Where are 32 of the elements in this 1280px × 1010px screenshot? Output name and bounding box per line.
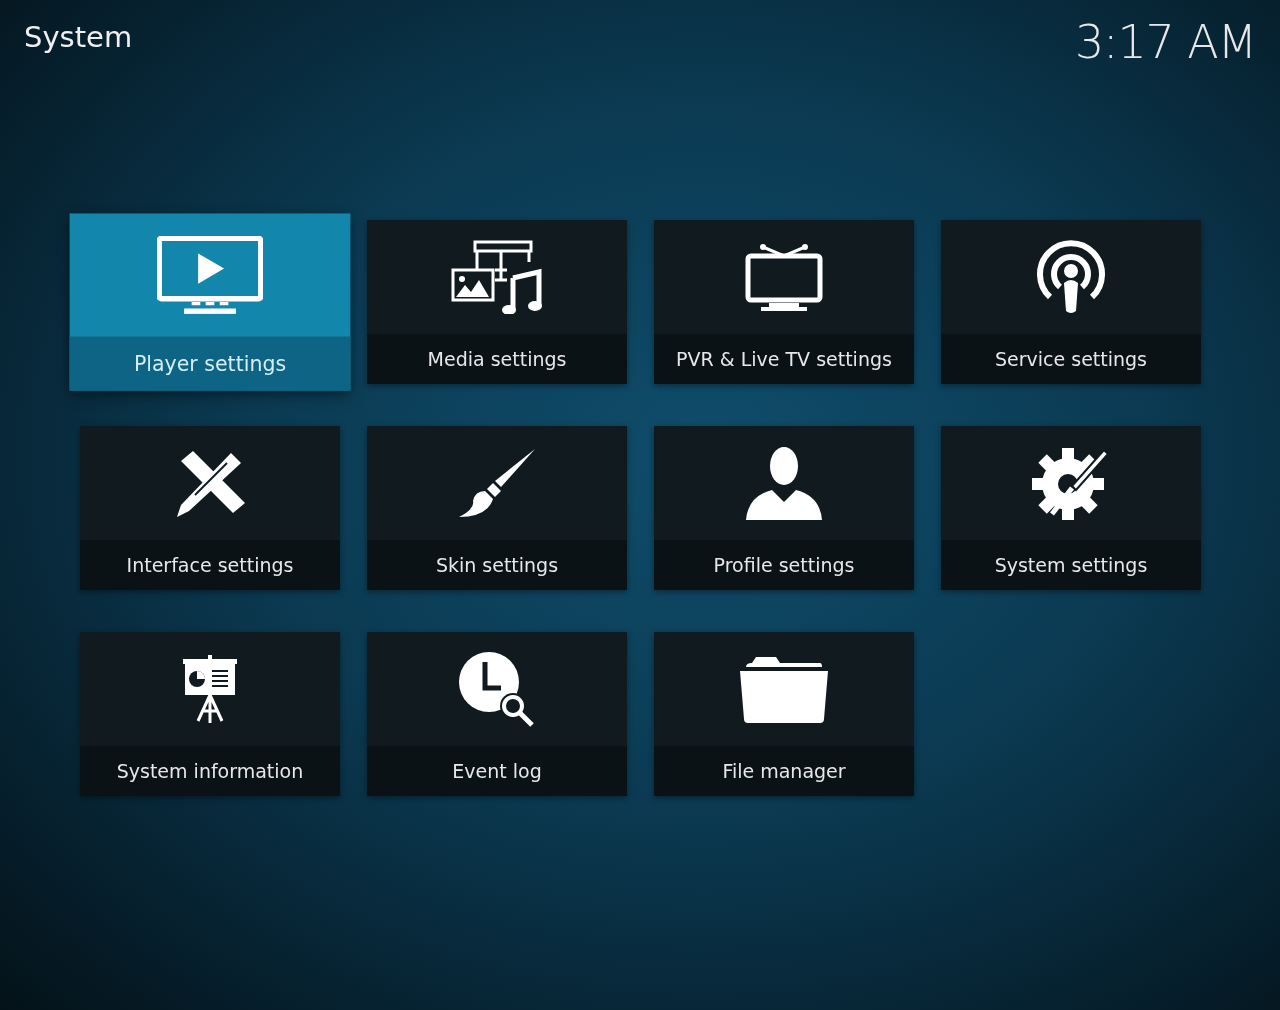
settings-tile[interactable]: System information — [80, 632, 340, 796]
tile-label: Event log — [452, 758, 542, 784]
settings-tile[interactable]: Service settings — [941, 220, 1201, 384]
settings-tile[interactable]: Event log — [367, 632, 627, 796]
tile-label: File manager — [722, 758, 846, 784]
tile-label: Profile settings — [713, 552, 855, 578]
settings-tile[interactable]: PVR & Live TV settings — [654, 220, 914, 384]
media-collage-icon — [451, 240, 543, 314]
folder-icon — [738, 655, 830, 723]
person-silhouette-icon — [744, 446, 824, 520]
tile-label: Interface settings — [126, 552, 294, 578]
page-title: System — [24, 19, 133, 56]
settings-tile[interactable]: Interface settings — [80, 426, 340, 590]
settings-tile[interactable]: Player settings — [69, 213, 351, 391]
tv-antenna-icon — [745, 243, 823, 311]
presentation-board-icon — [182, 655, 238, 723]
tile-label: PVR & Live TV settings — [676, 346, 892, 372]
tile-label: Skin settings — [435, 552, 559, 578]
settings-tile[interactable]: System settings — [941, 426, 1201, 590]
clock: 3:17 AM — [1074, 14, 1256, 71]
tile-label: Service settings — [995, 346, 1147, 372]
settings-tile[interactable]: Profile settings — [654, 426, 914, 590]
tile-label: Media settings — [427, 346, 567, 372]
broadcast-person-icon — [1036, 239, 1106, 315]
settings-tile[interactable]: File manager — [654, 632, 914, 796]
monitor-play-icon — [157, 236, 263, 314]
settings-tile[interactable]: Media settings — [367, 220, 627, 384]
tile-label: System settings — [994, 552, 1148, 578]
paintbrush-icon — [457, 447, 537, 519]
settings-tile[interactable]: Skin settings — [367, 426, 627, 590]
tile-label: Player settings — [133, 350, 287, 378]
tile-label: System information — [116, 758, 304, 784]
